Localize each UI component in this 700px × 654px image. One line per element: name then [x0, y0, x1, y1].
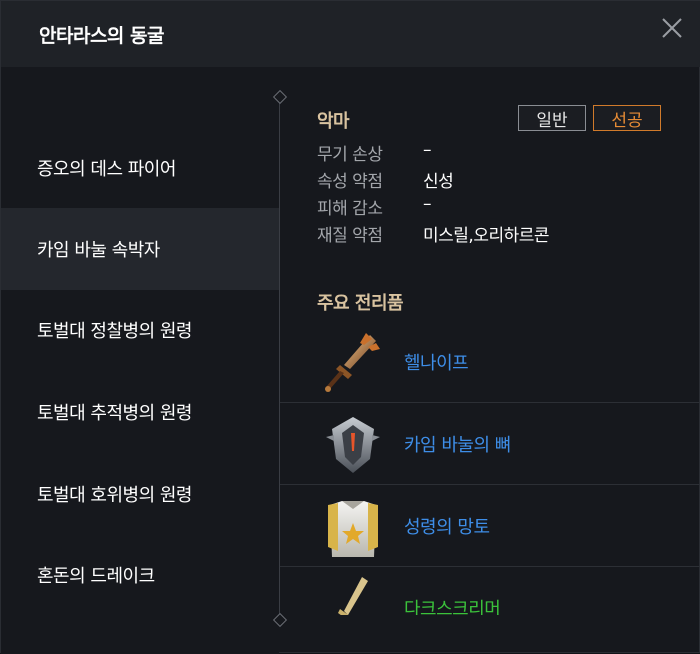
loot-item-name: 카임 바눌의 뼈: [404, 435, 511, 456]
monster-list: 증오의 데스 파이어 카임 바눌 속박자 토벌대 정찰병의 원령 토벌대 추적병…: [1, 67, 279, 654]
close-button[interactable]: [657, 13, 687, 43]
stat-value-material-weakness: 미스릴,오리하르콘: [423, 226, 550, 246]
monster-list-item[interactable]: 혼돈의 드레이크: [1, 534, 279, 616]
normal-mode-button[interactable]: 일반: [518, 105, 586, 131]
stat-label-material-weakness: 재질 약점: [317, 226, 383, 246]
window-title: 안타라스의 동굴: [39, 25, 164, 47]
loot-item[interactable]: 다크스크리머: [280, 567, 700, 615]
shield-icon: [326, 417, 380, 473]
monster-list-item[interactable]: 토벌대 정찰병의 원령: [1, 289, 279, 371]
monster-list-item[interactable]: 토벌대 호위병의 원령: [1, 453, 279, 535]
aggressive-mode-button[interactable]: 선공: [593, 105, 661, 131]
dagger-icon: [325, 333, 380, 392]
close-icon: [662, 18, 682, 38]
monster-info-window: 안타라스의 동굴 증오의 데스 파이어 카임 바눌 속박자 토벌대 정찰병의 원…: [0, 0, 700, 654]
stat-label-element-weakness: 속성 약점: [317, 172, 383, 192]
stat-value-element-weakness: 신성: [423, 172, 454, 192]
stat-label-damage-reduction: 피해 감소: [317, 199, 383, 219]
loot-item[interactable]: 헬나이프: [280, 321, 700, 403]
loot-item-name: 다크스크리머: [404, 599, 501, 615]
monster-list-item-selected[interactable]: 카임 바눌 속박자: [1, 208, 279, 290]
loot-item[interactable]: 성령의 망토: [280, 485, 700, 567]
sword-icon: [338, 577, 368, 615]
monster-list-item[interactable]: 증오의 데스 파이어: [1, 127, 279, 209]
monster-list-item[interactable]: 토벌대 추적병의 원령: [1, 371, 279, 453]
stat-label-weapon-damage: 무기 손상: [317, 145, 383, 165]
stat-value-damage-reduction: –: [423, 194, 432, 214]
loot-item-name: 헬나이프: [404, 353, 469, 374]
monster-type-label: 악마: [317, 111, 350, 132]
loot-section-title: 주요 전리품: [317, 293, 404, 314]
loot-item-name: 성령의 망토: [404, 517, 490, 538]
title-bar: 안타라스의 동굴: [1, 1, 700, 67]
stat-value-weapon-damage: –: [423, 140, 432, 160]
cloak-icon: [328, 501, 378, 557]
loot-item[interactable]: 카임 바눌의 뼈: [280, 403, 700, 485]
